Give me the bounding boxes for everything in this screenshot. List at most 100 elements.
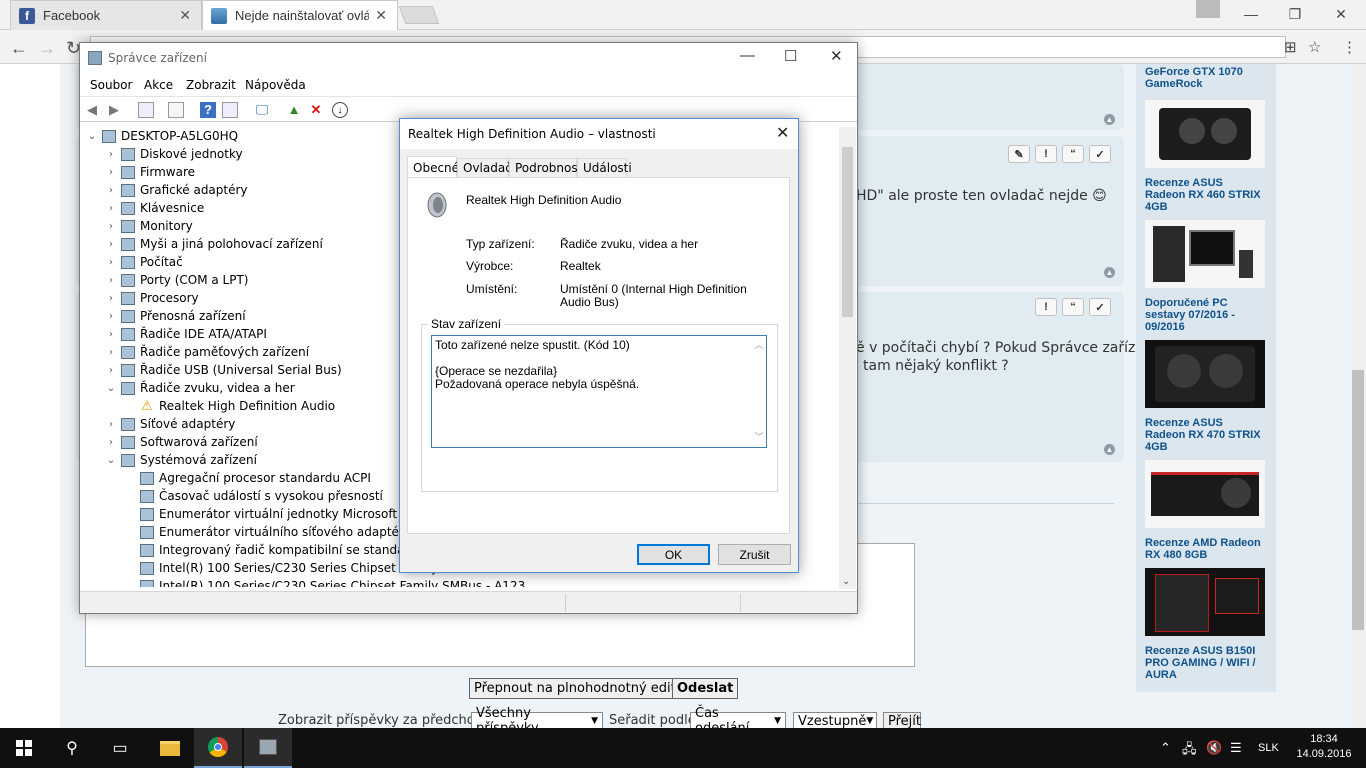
expander-icon[interactable]: ›: [105, 437, 117, 448]
restore-icon[interactable]: ❐: [1272, 0, 1318, 28]
tree-item-intel-smbus[interactable]: Intel(R) 100 Series/C230 Series Chipset …: [124, 577, 525, 587]
tab-details[interactable]: Podrobnosti: [509, 158, 586, 177]
expander-icon[interactable]: ›: [105, 311, 117, 322]
scan-hardware-icon[interactable]: 🖵: [254, 102, 270, 118]
list-view-icon[interactable]: [168, 102, 184, 118]
expander-icon[interactable]: ›: [105, 185, 117, 196]
tree-item-portable-devices[interactable]: › Přenosná zařízení: [105, 307, 246, 325]
sidebar-item[interactable]: Doporučené PC sestavy 07/2016 - 09/2016: [1145, 220, 1265, 333]
back-to-top-icon[interactable]: ▲: [1104, 444, 1115, 455]
update-driver-icon[interactable]: ▲: [286, 102, 302, 118]
expander-icon[interactable]: ›: [105, 221, 117, 232]
search-icon[interactable]: ⚲: [48, 728, 96, 768]
new-tab-button[interactable]: [398, 6, 440, 24]
close-tab-icon[interactable]: ✕: [375, 7, 387, 24]
scroll-down-icon[interactable]: ﹀: [752, 431, 766, 444]
close-icon[interactable]: ✕: [1318, 0, 1364, 28]
menu-help[interactable]: Nápověda: [245, 78, 306, 92]
expander-icon[interactable]: ›: [105, 239, 117, 250]
gpu-image[interactable]: [1145, 460, 1265, 528]
scroll-up-icon[interactable]: ︿: [752, 339, 766, 352]
close-icon[interactable]: ✕: [830, 47, 843, 65]
back-to-top-icon[interactable]: ▲: [1104, 267, 1115, 278]
profile-icon[interactable]: [1196, 0, 1220, 18]
menu-file[interactable]: Soubor: [90, 78, 132, 92]
expander-icon[interactable]: ⌄: [105, 455, 117, 466]
expander-icon[interactable]: ⌄: [86, 131, 98, 142]
scroll-thumb[interactable]: [1352, 370, 1364, 630]
chevron-up-icon[interactable]: ⌃: [1160, 740, 1171, 756]
sidebar-item[interactable]: GeForce GTX 1070 GameRock: [1145, 64, 1265, 90]
tree-item-display-adapters[interactable]: › Grafické adaptéry: [105, 181, 248, 199]
report-icon[interactable]: !: [1035, 145, 1057, 163]
menu-action[interactable]: Akce: [144, 78, 173, 92]
details-view-icon[interactable]: [222, 102, 238, 118]
tree-item-firmware[interactable]: › Firmware: [105, 163, 195, 181]
uninstall-icon[interactable]: ✕: [308, 102, 324, 118]
quote-icon[interactable]: “: [1062, 145, 1084, 163]
network-icon[interactable]: 🖧: [1182, 740, 1197, 762]
sidebar-caption[interactable]: Recenze AMD Radeon RX 480 8GB: [1145, 537, 1265, 561]
tree-item-acpi[interactable]: Agregační procesor standardu ACPI: [124, 469, 371, 487]
tab-driver[interactable]: Ovladač: [457, 158, 512, 177]
sidebar-caption[interactable]: Recenze ASUS Radeon RX 470 STRIX 4GB: [1145, 417, 1265, 453]
expander-icon[interactable]: ›: [105, 203, 117, 214]
disable-device-icon[interactable]: ↓: [332, 102, 348, 118]
scroll-thumb[interactable]: [842, 147, 853, 317]
expander-icon[interactable]: ›: [105, 347, 117, 358]
star-icon[interactable]: ☆: [1308, 38, 1321, 56]
sidebar-caption[interactable]: GeForce GTX 1070 GameRock: [1145, 66, 1265, 90]
close-tab-icon[interactable]: ✕: [179, 7, 191, 24]
tree-item-sound[interactable]: ⌄ Řadiče zvuku, videa a her: [105, 379, 295, 397]
tree-item-hpet[interactable]: Časovač událostí s vysokou přesností: [124, 487, 383, 505]
thanks-icon[interactable]: ✓: [1089, 145, 1111, 163]
language-indicator[interactable]: SLK: [1258, 742, 1279, 754]
windows-start-icon[interactable]: [0, 728, 48, 768]
report-icon[interactable]: !: [1035, 298, 1057, 316]
tree-item-ports[interactable]: › Porty (COM a LPT): [105, 271, 248, 289]
gpu-image[interactable]: [1145, 340, 1265, 408]
tab-events[interactable]: Události: [577, 158, 632, 177]
back-icon[interactable]: ←: [10, 38, 28, 59]
tree-scrollbar[interactable]: ⌄: [839, 127, 856, 589]
tab-forum[interactable]: Nejde nainštalovať ovlád ✕: [202, 0, 398, 30]
tree-item-vdrive-enum[interactable]: Enumerátor virtuální jednotky Microsoft: [124, 505, 397, 523]
device-manager-icon[interactable]: [244, 728, 292, 768]
tree-item-network[interactable]: › Síťové adaptéry: [105, 415, 235, 433]
tree-item-integrated-controller[interactable]: Integrovaný řadič kompatibilní se standa…: [124, 541, 432, 559]
tree-item-keyboards[interactable]: › Klávesnice: [105, 199, 204, 217]
expander-icon[interactable]: ›: [105, 293, 117, 304]
tree-item-software-devices[interactable]: › Softwarová zařízení: [105, 433, 258, 451]
expander-icon[interactable]: ⌄: [105, 383, 117, 394]
ok-button[interactable]: OK: [637, 544, 710, 565]
thanks-icon[interactable]: ✓: [1089, 298, 1111, 316]
edit-icon[interactable]: ✎: [1008, 145, 1030, 163]
expander-icon[interactable]: ›: [105, 167, 117, 178]
tree-item-usb[interactable]: › Řadiče USB (Universal Serial Bus): [105, 361, 342, 379]
expander-icon[interactable]: ›: [105, 149, 117, 160]
tree-item-disks[interactable]: › Diskové jednotky: [105, 145, 243, 163]
sidebar-caption[interactable]: Doporučené PC sestavy 07/2016 - 09/2016: [1145, 297, 1265, 333]
expander-icon[interactable]: ›: [105, 365, 117, 376]
page-scrollbar[interactable]: [1350, 64, 1366, 728]
sidebar-item[interactable]: Recenze AMD Radeon RX 480 8GB: [1145, 460, 1265, 561]
tree-item-computer-class[interactable]: › Počítač: [105, 253, 183, 271]
tree-item-ide[interactable]: › Řadiče IDE ATA/ATAPI: [105, 325, 267, 343]
tree-item-intel-chipset[interactable]: Intel(R) 100 Series/C230 Series Chipset …: [124, 559, 438, 577]
tree-item-ndis-enum[interactable]: Enumerátor virtuálního síťového adaptéru…: [124, 523, 434, 541]
forward-icon[interactable]: ▶: [106, 102, 122, 118]
pc-image[interactable]: [1145, 220, 1265, 288]
tree-item-mice[interactable]: › Myši a jiná polohovací zařízení: [105, 235, 323, 253]
sidebar-item[interactable]: Recenze ASUS Radeon RX 460 STRIX 4GB: [1145, 100, 1265, 213]
tree-item-computer[interactable]: ⌄ DESKTOP-A5LG0HQ: [86, 127, 238, 145]
expander-icon[interactable]: ›: [105, 419, 117, 430]
expander-icon[interactable]: ›: [105, 257, 117, 268]
sidebar-item[interactable]: Recenze ASUS Radeon RX 470 STRIX 4GB: [1145, 340, 1265, 453]
help-icon[interactable]: ?: [200, 102, 216, 118]
gpu-image[interactable]: [1145, 100, 1265, 168]
chrome-icon[interactable]: [194, 728, 242, 768]
quote-icon[interactable]: “: [1062, 298, 1084, 316]
translate-icon[interactable]: ⊞: [1284, 38, 1297, 56]
minimize-icon[interactable]: —: [740, 47, 755, 64]
tree-item-realtek[interactable]: ⚠ Realtek High Definition Audio: [124, 397, 335, 415]
